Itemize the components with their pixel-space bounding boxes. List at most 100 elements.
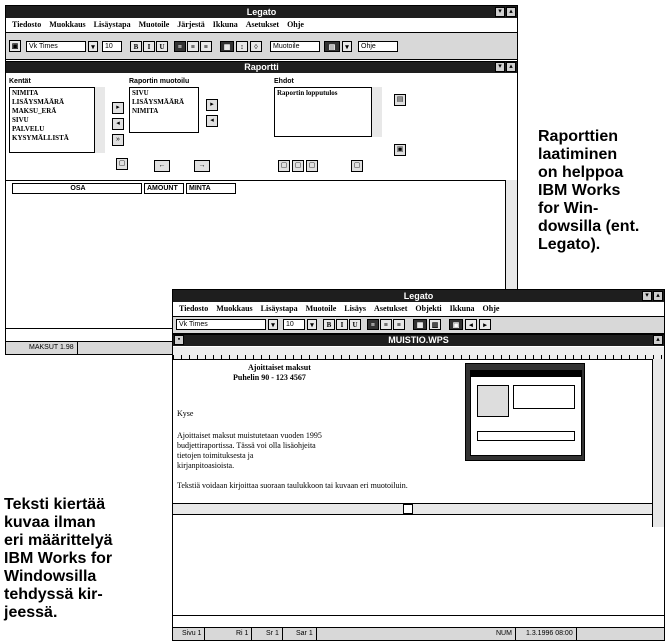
document-window-titlebar[interactable]: Legato [173,290,664,302]
list-item[interactable]: SIVU [12,116,94,125]
remove-field-button[interactable]: ◂ [112,118,124,130]
bold-button[interactable]: B [323,319,335,330]
bold-button[interactable]: B [130,41,142,52]
extra-box[interactable]: Ohje [358,41,398,52]
menu-help[interactable]: Ohje [483,302,500,316]
menu-format[interactable]: Muotoile [306,302,337,316]
menu-arrange[interactable]: Järjestä [177,18,205,32]
filter-listbox[interactable]: Raportin lopputulos [274,87,374,137]
scroll-thumb[interactable] [403,504,413,514]
italic-button[interactable]: I [336,319,348,330]
italic-button[interactable]: I [143,41,155,52]
menu-settings[interactable]: Asetukset [374,302,407,316]
prev-button[interactable]: ◂ [465,319,477,330]
filter-add-button[interactable]: ▤ [394,94,406,106]
image-button[interactable]: ▣ [449,319,463,330]
menu-edit[interactable]: Muokkaus [49,18,85,32]
font-size-box[interactable]: 10 [283,319,305,330]
doc-vertical-scrollbar[interactable] [652,359,664,527]
fields-scrollbar[interactable] [94,87,105,153]
list-item[interactable]: PALVELU [12,125,94,134]
view-dropdown-button[interactable]: ▾ [342,41,352,52]
grid-header-2[interactable]: AMOUNT [144,183,184,194]
underline-button[interactable]: U [156,41,168,52]
menu-edit[interactable]: Muokkaus [216,302,252,316]
font-dropdown-button[interactable]: ▾ [88,41,98,52]
menu-file[interactable]: Tiedosto [12,18,41,32]
align-right-button[interactable]: ≡ [200,41,212,52]
app-icon-button[interactable]: ▣ [9,40,21,52]
maximize-button[interactable]: ▴ [506,7,516,17]
list-item[interactable]: LISÄYSMÄÄRÄ [12,98,94,107]
maximize-button[interactable]: ▴ [653,291,663,301]
chart-button[interactable]: ▥ [429,319,441,330]
font-size-box[interactable]: 10 [102,41,122,52]
lock-button[interactable]: ▢ [116,158,128,170]
next-button[interactable]: ▸ [479,319,491,330]
sub-minimize-button[interactable]: ▾ [495,62,505,72]
table-button[interactable]: ▦ [413,319,427,330]
ruler[interactable] [173,347,664,360]
minimize-button[interactable]: ▾ [642,291,652,301]
list-item[interactable]: MAKSU_ERÄ [12,107,94,116]
underline-button[interactable]: U [349,319,361,330]
add-all-button[interactable]: » [112,134,124,146]
menu-file[interactable]: Tiedosto [179,302,208,316]
style-box[interactable]: Muotoile [270,41,320,52]
embedded-picture[interactable] [465,363,585,461]
list-item[interactable]: Raportin lopputulos [277,89,371,98]
menu-window[interactable]: Ikkuna [213,18,238,32]
menu-insert[interactable]: Lisäystapa [261,302,298,316]
menu-window[interactable]: Ikkuna [450,302,475,316]
grid-header-3[interactable]: MINTA [186,183,236,194]
filter-remove-button[interactable]: ▣ [394,144,406,156]
grid-header-1[interactable]: OSA [12,183,142,194]
report-window-titlebar[interactable]: Legato [6,6,517,18]
font-name-box[interactable]: Vk Times [176,319,266,330]
view-button[interactable]: ▤ [324,41,340,52]
option-2-button[interactable]: ▢ [292,160,304,172]
font-name-box[interactable]: Vk Times [26,41,86,52]
align-center-button[interactable]: ≡ [380,319,392,330]
grid-button[interactable]: ▦ [220,41,234,52]
align-left-button[interactable]: ≡ [174,41,186,52]
doc-control-button[interactable]: ▪ [174,335,184,345]
move-up-button[interactable]: ▸ [206,99,218,111]
doc-horizontal-scrollbar[interactable] [173,503,652,515]
document-titlebar[interactable]: MUISTIO.WPS [173,335,664,346]
caption-line: Legato). [538,236,601,253]
fields-listbox[interactable]: NIMITA LISÄYSMÄÄRÄ MAKSU_ERÄ SIVU PALVEL… [9,87,97,153]
option-4-button[interactable]: ▢ [351,160,363,172]
left-arrow-button[interactable]: ← [154,160,170,172]
list-item[interactable]: NIMITA [12,89,94,98]
align-left-button[interactable]: ≡ [367,319,379,330]
minimize-button[interactable]: ▾ [495,7,505,17]
size-dropdown-button[interactable]: ▾ [307,319,317,330]
list-item[interactable]: SIVU [132,89,196,98]
sort-button[interactable]: ↕ [236,41,248,52]
menu-insert[interactable]: Lisäystapa [94,18,131,32]
list-item[interactable]: NIMITA [132,107,196,116]
filter-scrollbar[interactable] [371,87,382,137]
menu-format[interactable]: Muotoile [139,18,170,32]
list-item[interactable]: KYSYMÄLLISTÄ [12,134,94,143]
selected-fields-listbox[interactable]: SIVU LISÄYSMÄÄRÄ NIMITA [129,87,199,133]
filter-button[interactable]: ◊ [250,41,262,52]
sub-maximize-button[interactable]: ▴ [506,62,516,72]
report-subwindow-titlebar[interactable]: Raportti [6,62,517,73]
align-right-button[interactable]: ≡ [393,319,405,330]
status-datetime: 1.3.1996 08:00 [523,628,577,640]
menu-help[interactable]: Ohje [287,18,304,32]
doc-maximize-button[interactable]: ▴ [653,335,663,345]
move-down-button[interactable]: ◂ [206,115,218,127]
align-center-button[interactable]: ≡ [187,41,199,52]
add-field-button[interactable]: ▸ [112,102,124,114]
option-1-button[interactable]: ▢ [278,160,290,172]
list-item[interactable]: LISÄYSMÄÄRÄ [132,98,196,107]
menu-object[interactable]: Objekti [415,302,441,316]
option-3-button[interactable]: ▢ [306,160,318,172]
menu-add[interactable]: Lisäys [344,302,366,316]
font-dropdown-button[interactable]: ▾ [268,319,278,330]
menu-settings[interactable]: Asetukset [246,18,279,32]
right-arrow-button[interactable]: → [194,160,210,172]
